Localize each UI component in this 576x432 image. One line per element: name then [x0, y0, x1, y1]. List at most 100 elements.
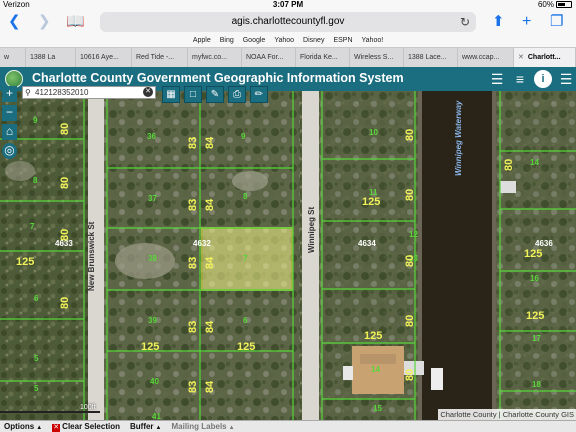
dimension-label: 80 — [59, 177, 71, 189]
battery-icon — [556, 1, 572, 8]
dimension-label: 83 — [187, 137, 199, 149]
lot-number: 39 — [148, 316, 157, 325]
lot-number: 10 — [369, 128, 378, 137]
favorite-link[interactable]: Disney — [303, 34, 324, 47]
lot-number: 41 — [152, 412, 161, 420]
scale-bar-line — [0, 411, 100, 413]
waterway-label: Winnipeg Waterway — [454, 100, 463, 176]
battery-percent: 60% — [537, 0, 554, 9]
scale-label: 100ft — [80, 404, 96, 411]
dimension-label: 83 — [187, 257, 199, 269]
browser-tab[interactable]: www.ccap... — [458, 48, 514, 67]
legend-list-icon[interactable]: ≡ — [511, 70, 529, 88]
lot-number: 40 — [150, 377, 159, 386]
lot-number: 36 — [147, 132, 156, 141]
favorite-link[interactable]: Yahoo! — [362, 34, 384, 47]
dimension-label: 80 — [404, 369, 416, 381]
browser-tab[interactable]: myfwc.co... — [188, 48, 242, 67]
favorite-link[interactable]: Yahoo — [274, 34, 294, 47]
parcel-search-input[interactable]: ⚲ 412128352010 ✕ — [22, 86, 156, 99]
locate-icon[interactable]: ◎ — [2, 143, 17, 159]
dimension-label: 125 — [362, 196, 380, 208]
lot-number: 6 — [34, 294, 39, 303]
back-icon[interactable]: ❮ — [8, 13, 21, 31]
buffer-label: Buffer — [129, 422, 154, 431]
lot-number: 14 — [530, 158, 539, 167]
browser-tab[interactable]: Florida Ke... — [296, 48, 350, 67]
search-icon: ⚲ — [25, 88, 31, 97]
dimension-label: 84 — [204, 380, 216, 393]
lot-number: 5 — [34, 354, 39, 363]
buffer-menu[interactable]: Buffer ▲ — [130, 421, 162, 432]
map-attribution: Charlotte County | Charlotte County GIS — [438, 409, 576, 420]
print-tool-icon[interactable]: ⎙ — [228, 86, 246, 103]
bottom-toolbar: Options ▲ ✕ Clear Selection Buffer ▲ Mailin… — [0, 420, 576, 432]
dimension-label: 125 — [141, 341, 159, 353]
lot-number: 12 — [409, 230, 418, 239]
measure-tool-icon[interactable]: ✏ — [250, 86, 268, 103]
lot-number: 5 — [34, 384, 39, 393]
map-view[interactable]: New Brunswick St Winnipeg St Winnipeg Wa… — [0, 91, 576, 420]
lot-number: 8 — [33, 176, 38, 185]
home-icon[interactable]: ⌂ — [2, 124, 17, 140]
browser-tab[interactable]: w — [0, 48, 26, 67]
forward-icon[interactable]: ❯ — [38, 13, 51, 31]
favorite-link[interactable]: ESPN — [333, 34, 352, 47]
dimension-label: 80 — [59, 123, 71, 135]
lot-number: 38 — [148, 254, 157, 263]
dimension-label: 84 — [204, 198, 216, 211]
caret-up-icon: ▲ — [228, 425, 235, 431]
close-tab-icon[interactable]: ✕ — [518, 54, 524, 61]
clear-search-icon[interactable]: ✕ — [143, 87, 153, 97]
clock: 3:07 PM — [272, 0, 304, 9]
share-icon[interactable]: ⬆ — [492, 13, 505, 31]
lot-number: 17 — [532, 334, 541, 343]
grid-tool-icon[interactable]: ▦ — [162, 86, 180, 103]
browser-tab[interactable]: Wireless S... — [350, 48, 404, 67]
favorite-link[interactable]: Apple — [193, 34, 211, 47]
browser-tab-active[interactable]: ✕ Charlott... — [514, 48, 576, 67]
zoom-in-button[interactable]: + — [2, 86, 17, 102]
address-bar[interactable]: agis.charlottecountyfl.gov ↻ — [100, 12, 476, 32]
lot-number: 7 — [30, 222, 35, 231]
reload-icon[interactable]: ↻ — [460, 12, 470, 32]
new-tab-icon[interactable]: + — [522, 13, 531, 31]
browser-tab[interactable]: 1388 Lace... — [404, 48, 458, 67]
browser-tab[interactable]: NOAA For... — [242, 48, 296, 67]
caret-up-icon: ▲ — [155, 425, 162, 431]
favorite-link[interactable]: Google — [243, 34, 266, 47]
favorites-bar: Apple Bing Google Yahoo Disney ESPN Yaho… — [0, 34, 576, 47]
page: Verizon 3:07 PM 60% ❮ ❯ 📖 agis.charlotte… — [0, 0, 576, 432]
clear-selection-button[interactable]: ✕ Clear Selection — [52, 421, 120, 432]
street-label: New Brunswick St — [87, 221, 96, 291]
block-number: 4634 — [358, 239, 376, 248]
select-tool-icon[interactable]: □ — [184, 86, 202, 103]
zoom-out-button[interactable]: − — [2, 105, 17, 121]
menu-icon[interactable]: ☰ — [557, 70, 575, 88]
aerial-map[interactable]: New Brunswick St Winnipeg St Winnipeg Wa… — [0, 91, 576, 420]
tab-strip: w 1388 La 10616 Aye... Red Tide -... myf… — [0, 47, 576, 67]
info-icon[interactable]: i — [534, 70, 552, 88]
map-toolbar: ▦ □ ✎ ⎙ ✏ — [162, 86, 268, 103]
options-menu[interactable]: Options ▲ — [4, 421, 42, 432]
favorite-link[interactable]: Bing — [220, 34, 234, 47]
layers-icon[interactable]: ☰ — [488, 70, 506, 88]
dimension-label: 84 — [204, 136, 216, 149]
tabs-overview-icon[interactable]: ❐ — [550, 13, 563, 31]
dimension-label: 125 — [237, 341, 255, 353]
bookmarks-icon[interactable]: 📖 — [66, 13, 85, 31]
lot-number: 8 — [243, 192, 248, 201]
notes-tool-icon[interactable]: ✎ — [206, 86, 224, 103]
browser-tab[interactable]: 1388 La — [26, 48, 76, 67]
app-title: Charlotte County Government Geographic I… — [32, 71, 404, 85]
mailing-labels-menu[interactable]: Mailing Labels ▲ — [172, 421, 235, 432]
dimension-label: 80 — [404, 189, 416, 201]
lot-number: 15 — [373, 404, 382, 413]
lot-number: 7 — [243, 254, 248, 263]
browser-tab[interactable]: 10616 Aye... — [76, 48, 132, 67]
browser-tab-label: Charlott... — [527, 54, 561, 61]
dimension-label: 80 — [404, 255, 416, 267]
browser-tab[interactable]: Red Tide -... — [132, 48, 188, 67]
dimension-label: 83 — [187, 381, 199, 393]
dimension-label: 83 — [187, 321, 199, 333]
